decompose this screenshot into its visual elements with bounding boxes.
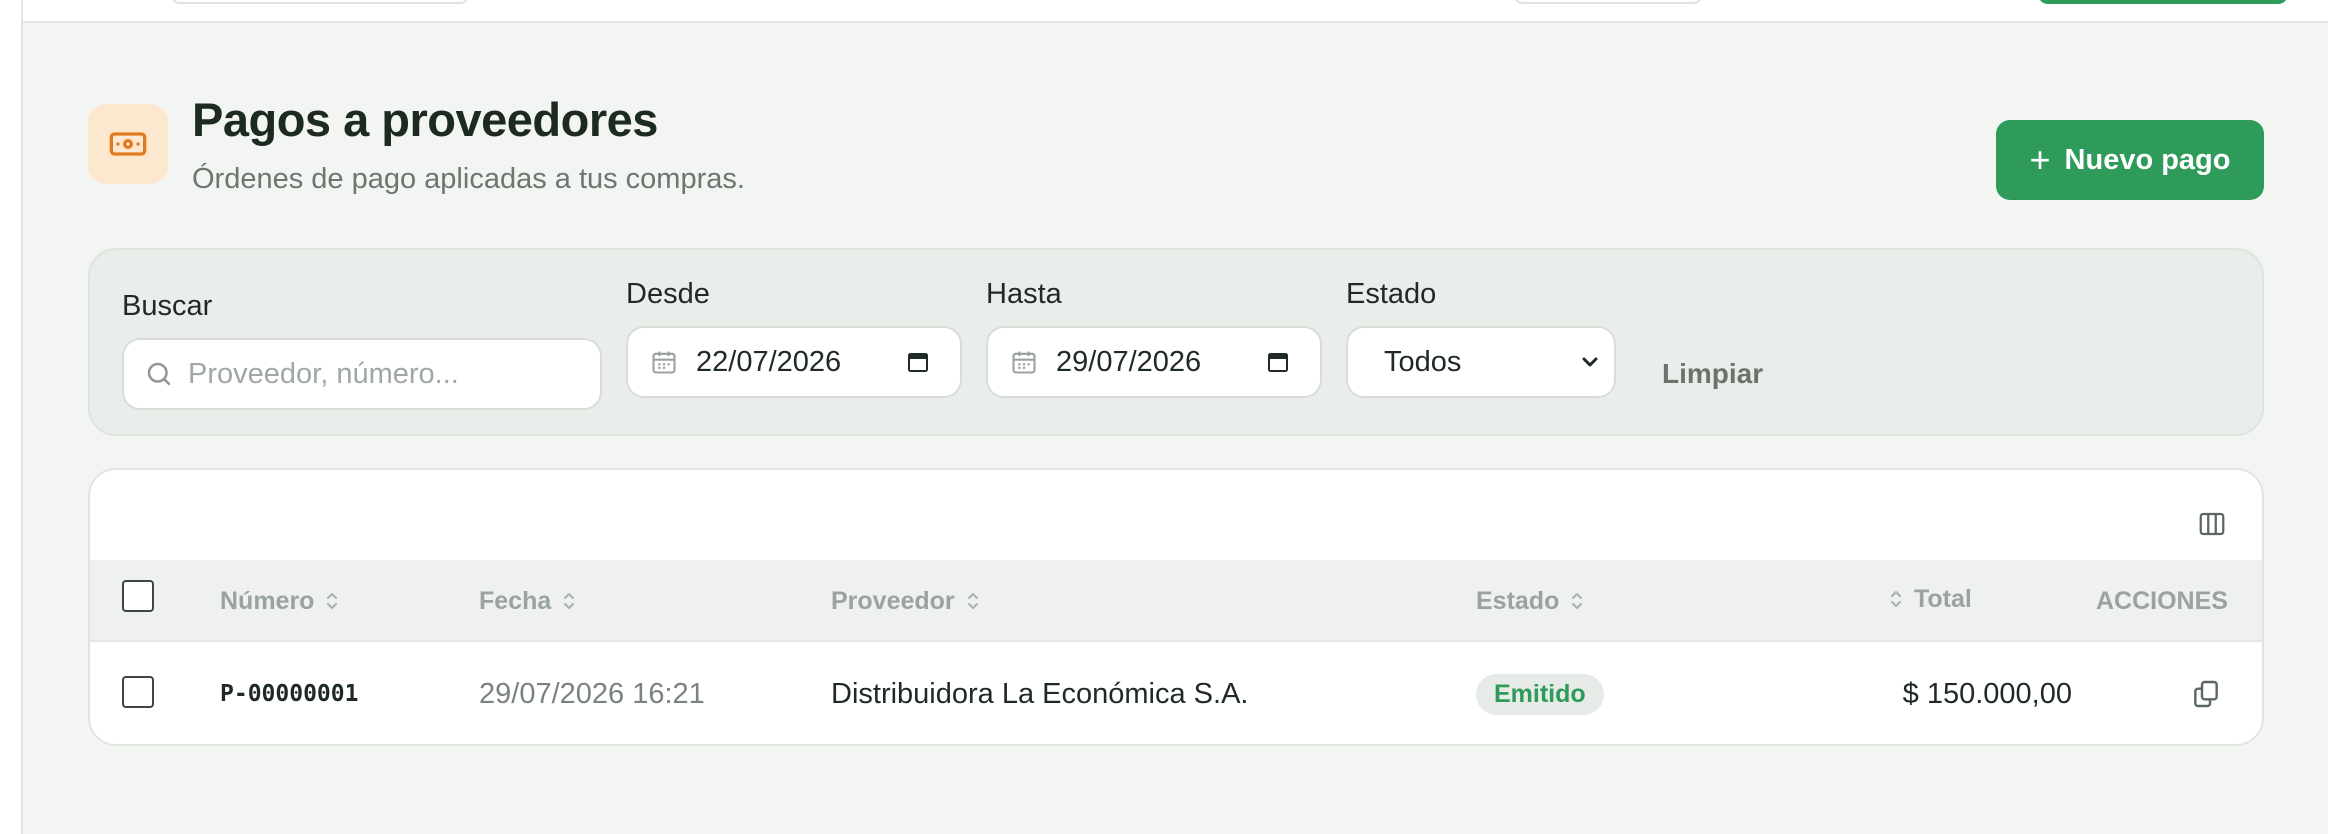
cash-icon	[88, 104, 168, 184]
column-header-total[interactable]: Total	[1888, 558, 1972, 640]
column-header-actions: ACCIONES	[2096, 560, 2228, 642]
page-subtitle: Órdenes de pago aplicadas a tus compras.	[192, 163, 745, 195]
from-date-input[interactable]: 22/07/2026	[626, 326, 962, 398]
payment-date: 29/07/2026 16:21	[479, 677, 705, 710]
status-select-value: Todos	[1384, 345, 1462, 378]
column-actions-label: ACCIONES	[2096, 586, 2228, 615]
sort-icon	[1888, 587, 1904, 611]
calendar-icon	[1010, 348, 1038, 376]
new-payment-button[interactable]: + Nuevo pago	[1996, 120, 2264, 200]
plus-icon: +	[2029, 139, 2051, 180]
date-picker-icon[interactable]	[906, 350, 930, 374]
search-icon	[144, 359, 174, 389]
to-label: Hasta	[986, 278, 1062, 310]
sort-icon	[324, 589, 340, 613]
sort-icon	[1569, 589, 1585, 613]
from-date-value: 22/07/2026	[696, 345, 842, 378]
from-label: Desde	[626, 278, 710, 310]
payment-total: $ 150.000,00	[1902, 677, 2072, 710]
column-number-label: Número	[220, 586, 315, 615]
page-title: Pagos a proveedores	[192, 93, 658, 146]
to-date-value: 29/07/2026	[1056, 345, 1202, 378]
calendar-icon	[650, 348, 678, 376]
new-payment-label: Nuevo pago	[2064, 143, 2231, 176]
column-supplier-label: Proveedor	[831, 586, 955, 615]
select-all-checkbox[interactable]	[122, 580, 154, 612]
top-search-field[interactable]	[170, 0, 470, 4]
columns-icon[interactable]	[2196, 508, 2228, 540]
search-placeholder: Proveedor, número...	[188, 357, 459, 390]
sort-icon	[965, 589, 981, 613]
supplier-name: Distribuidora La Económica S.A.	[831, 677, 1249, 710]
search-label: Buscar	[122, 290, 213, 322]
left-sidebar	[0, 0, 23, 834]
chevron-down-icon	[1578, 350, 1602, 374]
copy-icon[interactable]	[2190, 642, 2222, 744]
column-header-number[interactable]: Número	[220, 560, 340, 642]
payments-table-card: Número Fecha Proveedor Estado Total ACCI…	[88, 468, 2264, 746]
clear-filters-button[interactable]: Limpiar	[1662, 358, 1763, 390]
column-total-label: Total	[1914, 584, 1972, 613]
top-bar-primary-button[interactable]	[2038, 0, 2288, 4]
status-label: Estado	[1346, 278, 1437, 310]
row-checkbox[interactable]	[122, 676, 154, 708]
status-badge: Emitido	[1476, 673, 1604, 715]
top-bar-control[interactable]	[1513, 0, 1703, 4]
status-select[interactable]: Todos	[1346, 326, 1616, 398]
column-header-date[interactable]: Fecha	[479, 560, 577, 642]
search-input[interactable]: Proveedor, número...	[122, 338, 602, 410]
table-header: Número Fecha Proveedor Estado Total ACCI…	[90, 560, 2262, 642]
column-date-label: Fecha	[479, 586, 552, 615]
table-row[interactable]: P-00000001 29/07/2026 16:21 Distribuidor…	[90, 642, 2262, 744]
column-header-status[interactable]: Estado	[1476, 560, 1585, 642]
payment-number: P-00000001	[220, 681, 359, 707]
top-bar	[23, 0, 2328, 23]
to-date-input[interactable]: 29/07/2026	[986, 326, 1322, 398]
status-cell: Emitido	[1476, 642, 1604, 744]
date-picker-icon[interactable]	[1266, 350, 1290, 374]
sort-icon	[561, 589, 577, 613]
column-header-supplier[interactable]: Proveedor	[831, 560, 981, 642]
column-status-label: Estado	[1476, 586, 1560, 615]
